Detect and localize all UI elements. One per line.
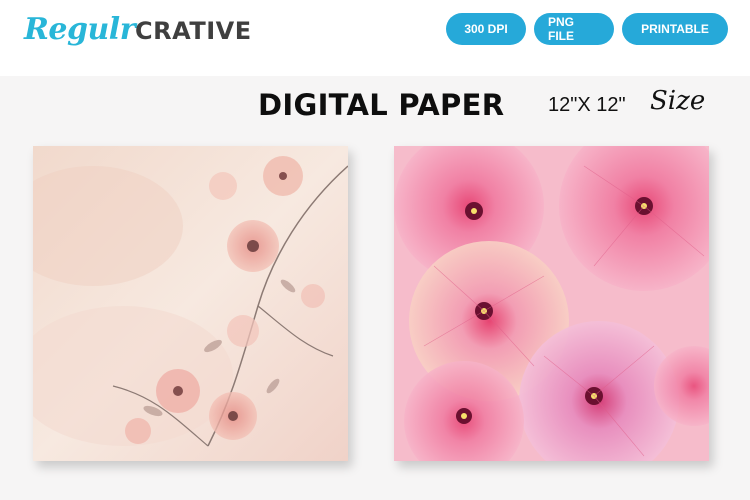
badge-png-file[interactable]: PNG FILE — [534, 13, 614, 45]
brand-logo-block: CRATIVE — [135, 17, 252, 45]
size-label: Size — [650, 86, 706, 116]
feature-badges: 300 DPI PNG FILE PRINTABLE — [446, 13, 728, 45]
badge-printable[interactable]: PRINTABLE — [622, 13, 728, 45]
pink-poppies-image — [394, 146, 709, 461]
brand-logo[interactable]: Regulr CRATIVE — [24, 12, 252, 56]
page-title: DIGITAL PAPER — [258, 88, 505, 122]
paper-preview-right[interactable] — [394, 146, 709, 461]
badge-300-dpi[interactable]: 300 DPI — [446, 13, 526, 45]
paper-preview-left[interactable] — [33, 146, 348, 461]
watercolor-blossom-image — [33, 146, 348, 461]
size-dimensions: 12"X 12" — [548, 94, 626, 116]
brand-logo-script: Regulr — [24, 12, 136, 47]
header-bar: Regulr CRATIVE 300 DPI PNG FILE PRINTABL… — [0, 0, 750, 76]
